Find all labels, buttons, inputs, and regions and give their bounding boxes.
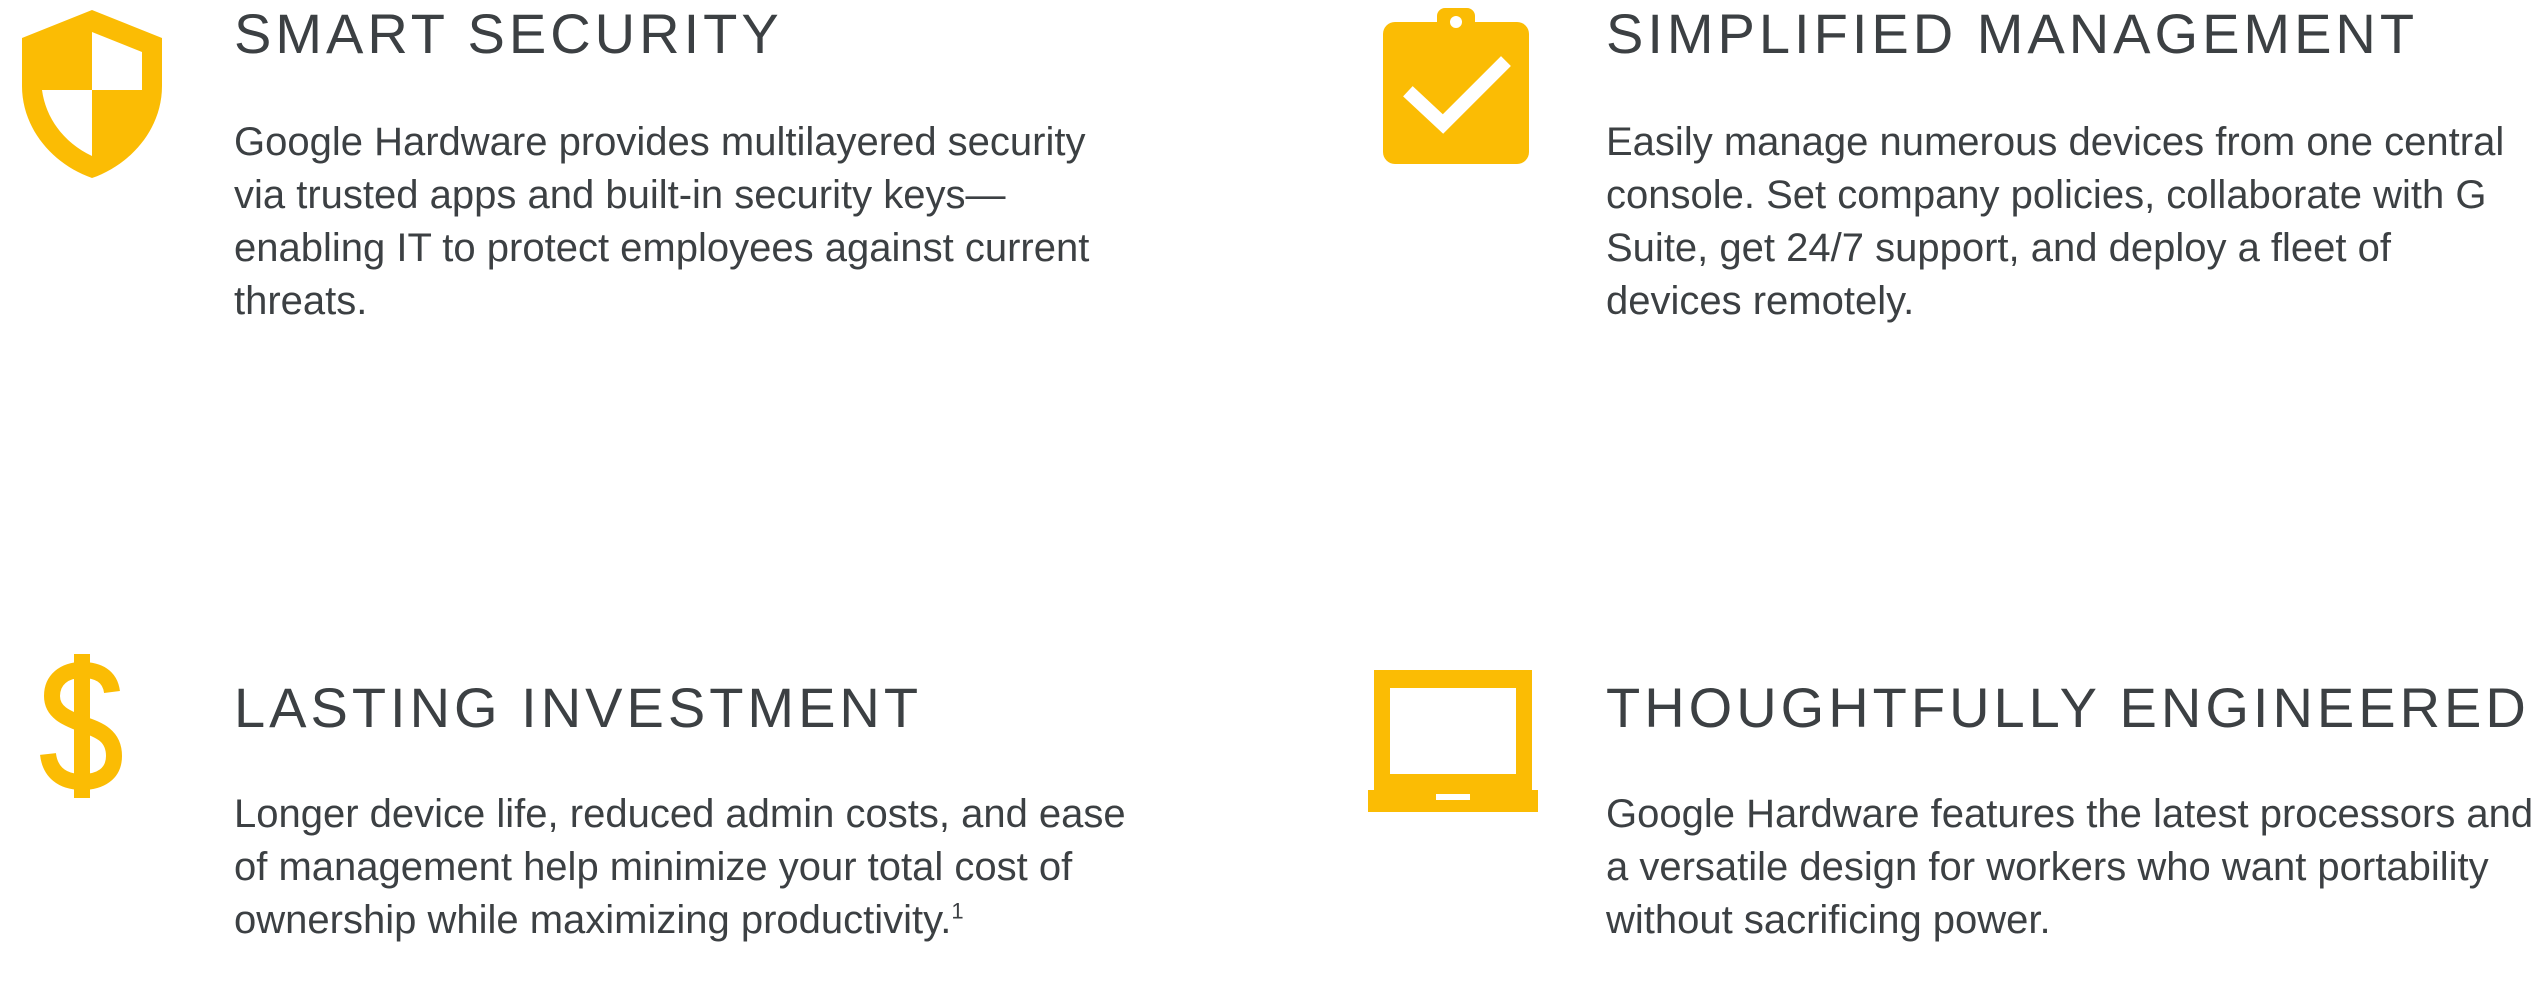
laptop-icon: [1368, 670, 1538, 812]
feature-description: Google Hardware features the latest proc…: [1606, 792, 2534, 942]
feature-title: SMART SECURITY: [234, 2, 783, 65]
clipboard-check-icon: [1381, 8, 1531, 166]
feature-title: LASTING INVESTMENT: [234, 676, 923, 739]
feature-description-text: Longer device life, reduced admin costs,…: [234, 792, 1126, 942]
feature-title: SIMPLIFIED MANAGEMENT: [1606, 2, 2419, 65]
feature-title: THOUGHTFULLY ENGINEERED: [1606, 676, 2530, 739]
feature-description: Longer device life, reduced admin costs,…: [234, 788, 1154, 947]
footnote-marker[interactable]: 1: [951, 899, 963, 924]
feature-description: Google Hardware provides multilayered se…: [234, 120, 1090, 323]
shield-icon: [18, 8, 166, 180]
dollar-icon: [40, 654, 124, 798]
feature-description: Easily manage numerous devices from one …: [1606, 120, 2505, 323]
